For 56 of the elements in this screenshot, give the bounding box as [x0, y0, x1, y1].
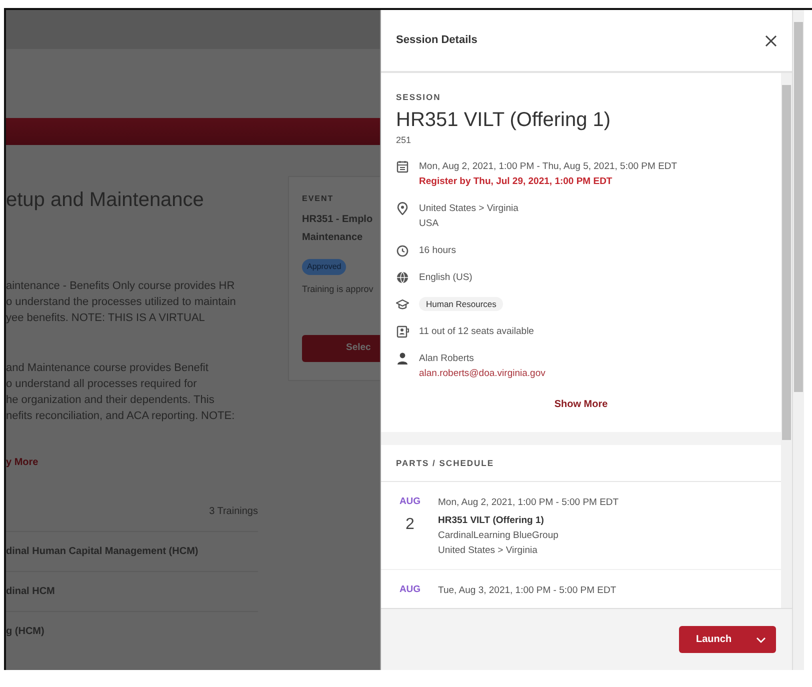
month-label: AUG — [398, 583, 422, 597]
duration-text: 16 hours — [419, 244, 456, 258]
subject-tag: Human Resources — [419, 297, 504, 312]
status-badge: Approved — [302, 259, 346, 275]
caret-icon — [756, 636, 766, 642]
person-icon — [396, 352, 409, 366]
part-group: CardinalLearning BlueGroup — [438, 528, 619, 543]
scrollbar-thumb[interactable] — [794, 22, 803, 392]
event-title: HR351 - Emplo — [302, 213, 374, 227]
description-line: o understand the processes utilized to maintain — [6, 295, 237, 310]
location-text: United States > Virginia — [419, 202, 518, 216]
training-item[interactable]: g (HCM) — [6, 612, 258, 651]
training-item[interactable]: dinal Human Capital Management (HCM) — [6, 532, 258, 572]
event-label: EVENT — [302, 193, 335, 205]
show-more-link[interactable]: y More — [6, 455, 258, 470]
description-line: aintenance - Benefits Only course provides HR — [6, 279, 236, 294]
training-item[interactable]: dinal HCM — [6, 572, 258, 612]
launch-button[interactable]: Launch — [679, 626, 776, 653]
globe-icon — [396, 271, 409, 284]
month-label: AUG — [398, 495, 422, 509]
registration-deadline: Register by Thu, Jul 29, 2021, 1:00 PM EDT — [419, 175, 614, 190]
country-text: USA — [419, 217, 440, 232]
part-time: Mon, Aug 2, 2021, 1:00 PM - 5:00 PM EDT — [438, 496, 619, 510]
calendar-icon — [396, 160, 409, 174]
close-icon — [764, 34, 778, 48]
part-title: HR351 VILT (Offering 1) — [438, 514, 545, 528]
day-number: 2 — [404, 515, 416, 536]
contact-name: Alan Roberts — [419, 352, 475, 366]
description-line: yee benefits. NOTE: THIS IS A VIRTUAL — [6, 311, 206, 326]
seats-text: 11 out of 12 seats available — [419, 325, 534, 340]
trainings-count: 3 Trainings — [6, 504, 258, 532]
select-button[interactable]: Selec — [302, 334, 380, 362]
badge-icon — [396, 325, 409, 338]
session-name: HR351 VILT (Offering 1) — [396, 108, 612, 132]
close-button[interactable] — [764, 34, 778, 48]
show-more-button[interactable]: Show More — [554, 397, 608, 412]
description-line: he organization and their dependents. This — [6, 393, 216, 408]
session-code: 251 — [396, 134, 412, 147]
section-label: SESSION — [396, 91, 442, 104]
event-title: Maintenance — [302, 231, 364, 245]
description-line: nefits reconciliation, and ACA reporting. NOTE: — [6, 409, 236, 424]
session-dates: Mon, Aug 2, 2021, 1:00 PM - Thu, Aug 5, 2021, 5:00 PM EDT — [419, 160, 678, 174]
event-note: Training is approv — [302, 283, 374, 296]
part-time: Tue, Aug 3, 2021, 1:00 PM - 5:00 PM EDT — [438, 584, 616, 598]
graduation-cap-icon — [396, 298, 409, 312]
part-location: United States > Virginia — [438, 544, 538, 558]
language-text: English (US) — [419, 271, 472, 286]
section-label: PARTS / SCHEDULE — [381, 445, 781, 482]
location-pin-icon — [396, 202, 409, 216]
panel-title: Session Details — [396, 33, 478, 48]
course-title: etup and Maintenance — [6, 188, 205, 212]
scrollbar-thumb[interactable] — [782, 85, 791, 440]
clock-icon — [396, 244, 409, 258]
description-line: o understand all processes required for — [6, 377, 198, 392]
description-line: and Maintenance course provides Benefit — [6, 361, 210, 376]
email-link[interactable]: alan.roberts@doa.virginia.gov — [419, 368, 546, 380]
